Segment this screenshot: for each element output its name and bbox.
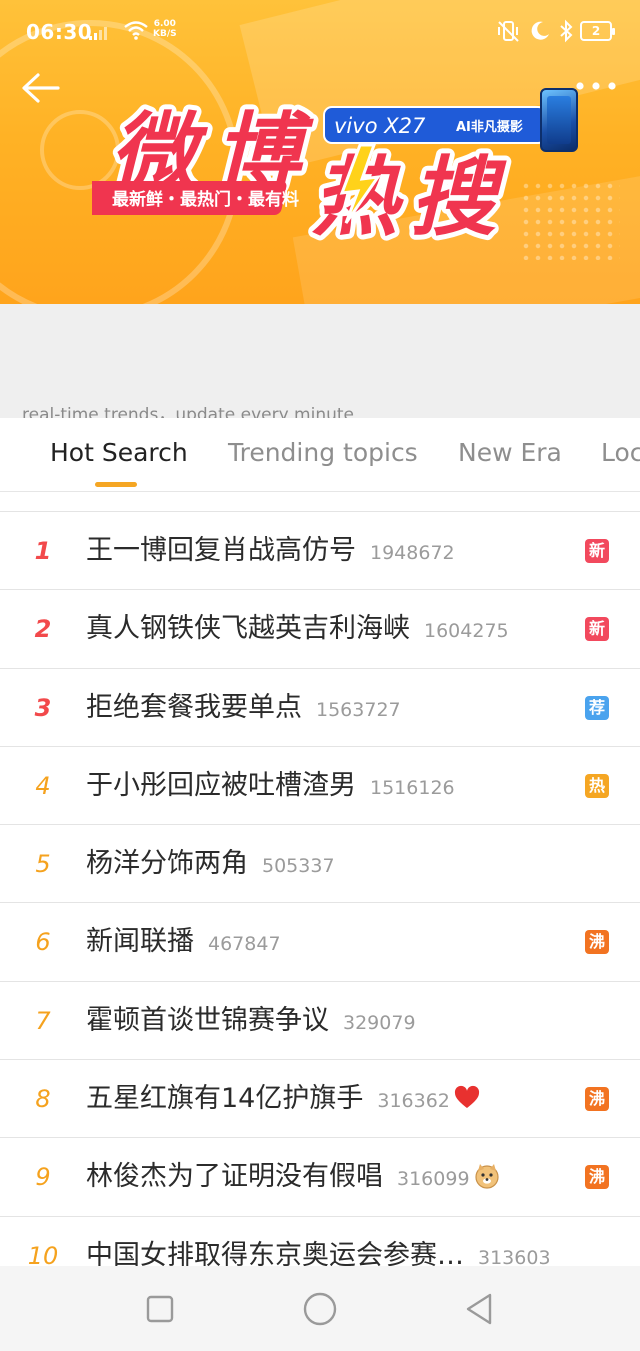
- back-arrow-icon[interactable]: [18, 68, 64, 108]
- row-text: 真人钢铁侠飞越英吉利海峡 1604275: [86, 590, 509, 668]
- rank-number: 2: [34, 615, 52, 644]
- sponsor-subtitle: AI非凡摄影: [456, 119, 523, 135]
- row-text: 五星红旗有14亿护旗手 316362: [86, 1060, 480, 1138]
- cellular-signal-icon: [89, 27, 107, 40]
- rank-number: 6: [35, 928, 51, 957]
- search-count: 316362: [377, 1090, 450, 1113]
- rank-number: 1: [34, 537, 52, 565]
- sponsor-phone-image: [540, 88, 578, 152]
- hot-search-row[interactable]: 7 霍顿首谈世锦赛争议 329079: [0, 981, 640, 1061]
- row-text: 霍顿首谈世锦赛争议 329079: [86, 982, 416, 1060]
- rank-number: 4: [35, 771, 51, 800]
- home-icon[interactable]: [302, 1291, 338, 1327]
- status-badge: 沸: [585, 1087, 609, 1112]
- hot-search-title[interactable]: 霍顿首谈世锦赛争议: [86, 1005, 329, 1036]
- banner-tagline: 最新鲜・最热门・最有料: [112, 189, 299, 210]
- app-root: 06:30 6.00 KB/S 2 微 微 博 博 搜 搜 最新鲜・最热门・最有…: [0, 0, 640, 1351]
- status-badge: 热: [585, 773, 609, 798]
- row-text: 新闻联播 467847: [86, 903, 281, 981]
- hot-search-row[interactable]: 9 林俊杰为了证明没有假唱 316099 沸: [0, 1138, 640, 1217]
- tab-local[interactable]: Loc: [601, 438, 640, 467]
- hot-search-row[interactable]: 2 真人钢铁侠飞越英吉利海峡 1604275 新: [0, 590, 640, 669]
- recent-apps-icon[interactable]: [142, 1291, 178, 1327]
- rank-number: 8: [35, 1085, 51, 1114]
- status-bar: 06:30 6.00 KB/S 2: [0, 0, 640, 64]
- search-count: 316099: [397, 1168, 470, 1191]
- do-not-disturb-moon-icon: [531, 21, 549, 40]
- wifi-icon: [124, 21, 148, 40]
- hot-search-title[interactable]: 五星红旗有14亿护旗手: [86, 1083, 363, 1114]
- status-badge: 新: [585, 617, 609, 642]
- heart-emoji-icon: [454, 1085, 479, 1109]
- system-navigation-bar: [0, 1266, 640, 1351]
- back-triangle-icon[interactable]: [462, 1291, 498, 1327]
- status-badge: 荐: [585, 695, 609, 720]
- hot-search-row[interactable]: 3 拒绝套餐我要单点 1563727 荐: [0, 668, 640, 747]
- sponsor-brand: vivo X27: [334, 114, 426, 138]
- search-count: 1516126: [370, 776, 455, 799]
- network-speed-value: 6.00: [153, 19, 176, 29]
- tab-hot-search[interactable]: Hot Search: [50, 438, 188, 467]
- search-count: 329079: [343, 1011, 416, 1034]
- search-count: 1948672: [370, 542, 455, 564]
- row-text: 杨洋分饰两角 505337: [86, 825, 335, 903]
- battery-icon: 2: [580, 21, 615, 41]
- logo-char-4: 搜: [410, 148, 507, 245]
- hot-search-row[interactable]: 5 杨洋分饰两角 505337: [0, 825, 640, 904]
- search-count: 467847: [208, 933, 281, 956]
- hot-search-row[interactable]: 6 新闻联播 467847 沸: [0, 903, 640, 982]
- hot-search-title[interactable]: 杨洋分饰两角: [86, 848, 248, 879]
- hot-search-title[interactable]: 于小彤回应被吐槽渣男: [86, 770, 356, 801]
- hot-search-banner: 06:30 6.00 KB/S 2 微 微 博 博 搜 搜 最新鲜・最热门・最有…: [0, 0, 640, 304]
- network-speed-unit: KB/S: [153, 29, 177, 39]
- hot-search-title[interactable]: 王一博回复肖战高仿号: [86, 535, 356, 566]
- hot-search-list: 1 王一博回复肖战高仿号 1948672 新 2 真人钢铁侠飞越英吉利海峡 1604275 新…: [0, 512, 640, 1295]
- rank-number: 3: [34, 693, 52, 722]
- category-tabs: Hot Search Trending topics New Era Loc: [0, 418, 640, 492]
- hot-search-title[interactable]: 拒绝套餐我要单点: [86, 692, 302, 723]
- row-text: 于小彤回应被吐槽渣男 1516126: [86, 747, 455, 825]
- rank-number: 9: [35, 1163, 51, 1192]
- hot-search-row[interactable]: 1 王一博回复肖战高仿号 1948672 新: [0, 512, 640, 591]
- row-text: 林俊杰为了证明没有假唱 316099: [86, 1138, 500, 1216]
- bluetooth-icon: [560, 19, 573, 43]
- search-count: 1604275: [424, 620, 509, 643]
- hot-search-title[interactable]: 真人钢铁侠飞越英吉利海峡: [86, 613, 410, 644]
- status-badge: 沸: [585, 930, 609, 955]
- vibrate-mute-icon: [498, 21, 519, 42]
- weibo-hot-search-logo: 微 微 博 博 热 热 搜 搜 最新鲜・最热门・最有料 vivo X27 AI非…: [92, 99, 547, 245]
- search-count: 1563727: [316, 698, 401, 721]
- hot-search-title[interactable]: 新闻联播: [86, 926, 194, 957]
- list-divider: [0, 492, 640, 512]
- search-count: 505337: [262, 855, 335, 878]
- tab-trending-topics[interactable]: Trending topics: [228, 438, 418, 467]
- active-tab-indicator: [95, 482, 137, 487]
- status-badge: 沸: [585, 1165, 609, 1190]
- network-speed: 6.00 KB/S: [153, 19, 177, 39]
- tab-new-era[interactable]: New Era: [458, 438, 562, 467]
- rank-number: 5: [35, 850, 51, 879]
- doge-emoji-icon: [474, 1164, 499, 1189]
- row-text: 王一博回复肖战高仿号 1948672: [86, 512, 455, 590]
- status-time: 06:30: [26, 20, 93, 44]
- hot-search-row[interactable]: 4 于小彤回应被吐槽渣男 1516126 热: [0, 746, 640, 826]
- rank-number: 7: [35, 1006, 51, 1035]
- hot-search-row[interactable]: 8 五星红旗有14亿护旗手 316362 沸: [0, 1060, 640, 1139]
- status-badge: 新: [585, 539, 609, 563]
- hot-search-title[interactable]: 林俊杰为了证明没有假唱: [86, 1161, 383, 1192]
- row-text: 拒绝套餐我要单点 1563727: [86, 669, 401, 747]
